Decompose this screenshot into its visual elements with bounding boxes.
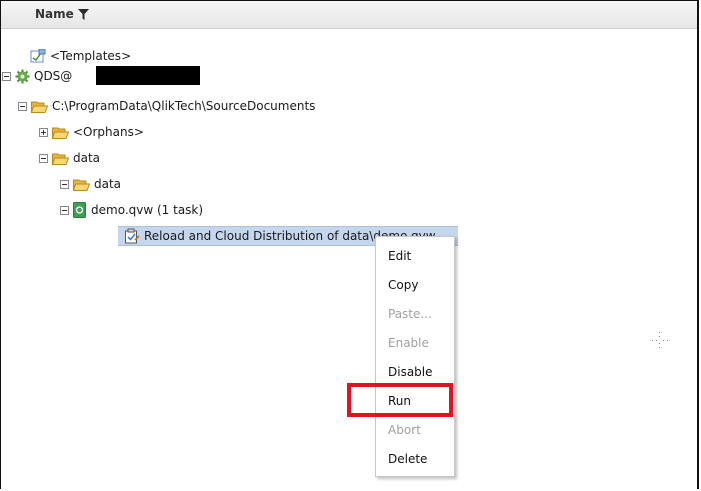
collapse-icon[interactable] xyxy=(60,179,69,189)
data-folder-label: data xyxy=(73,151,101,165)
open-folder-icon xyxy=(52,127,69,139)
tree-node-source-documents[interactable]: C:\ProgramData\QlikTech\SourceDocuments xyxy=(18,96,315,116)
open-folder-icon xyxy=(31,101,48,113)
source-path-label: C:\ProgramData\QlikTech\SourceDocuments xyxy=(52,99,316,113)
move-cursor-icon xyxy=(652,332,668,348)
filter-icon[interactable] xyxy=(78,9,89,20)
tree-node-templates[interactable]: <Templates> xyxy=(30,46,131,66)
menu-item-paste: Paste... xyxy=(388,307,432,321)
orphans-label: <Orphans> xyxy=(73,125,144,139)
menu-item-edit[interactable]: Edit xyxy=(388,246,411,266)
data-subfolder-label: data xyxy=(94,177,122,191)
run-highlight-box xyxy=(347,383,453,417)
server-gear-icon xyxy=(15,69,30,83)
templates-label: <Templates> xyxy=(50,49,132,63)
tree-node-document[interactable]: demo.qvw (1 task) xyxy=(60,200,203,220)
qlikview-document-icon xyxy=(73,202,86,218)
redacted-server-name xyxy=(96,66,200,85)
templates-icon xyxy=(30,49,46,63)
server-label: QDS@ xyxy=(34,69,73,83)
column-header[interactable]: Name xyxy=(1,1,697,29)
menu-item-disable[interactable]: Disable xyxy=(388,362,433,382)
tree-node-data-subfolder[interactable]: data xyxy=(60,174,121,194)
context-menu: Edit Copy Paste... Enable Disable Run Ab… xyxy=(375,236,455,477)
menu-item-abort: Abort xyxy=(388,423,421,437)
collapse-icon[interactable] xyxy=(39,153,48,163)
task-icon xyxy=(125,228,140,244)
tree-node-data-folder[interactable]: data xyxy=(39,148,100,168)
expand-icon[interactable] xyxy=(39,127,48,137)
tree-node-server[interactable]: QDS@ xyxy=(2,66,72,86)
document-label: demo.qvw (1 task) xyxy=(91,203,204,217)
open-folder-icon xyxy=(73,179,90,191)
collapse-icon[interactable] xyxy=(2,71,11,81)
menu-item-copy[interactable]: Copy xyxy=(388,275,418,295)
collapse-icon[interactable] xyxy=(18,101,27,111)
menu-item-enable: Enable xyxy=(388,336,429,350)
tree-node-orphans[interactable]: <Orphans> xyxy=(39,122,144,142)
collapse-icon[interactable] xyxy=(60,205,69,215)
open-folder-icon xyxy=(52,153,69,165)
name-column-label: Name xyxy=(35,7,74,21)
menu-item-delete[interactable]: Delete xyxy=(388,449,427,469)
